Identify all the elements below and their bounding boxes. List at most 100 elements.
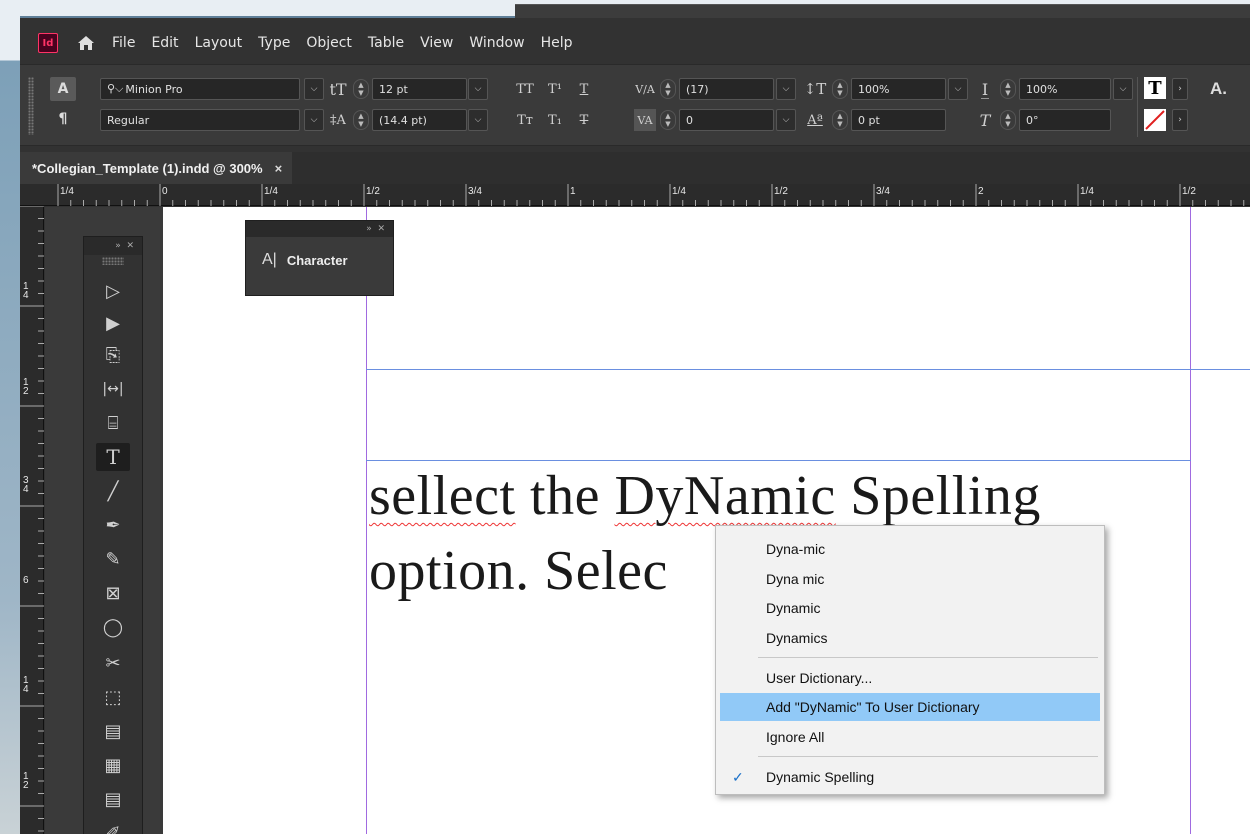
vertical-scale-dropdown[interactable]: ⌵ — [948, 78, 968, 100]
kerning-dropdown[interactable]: ⌵ — [776, 78, 796, 100]
all-caps-icon[interactable]: TT — [510, 78, 540, 100]
document-tab[interactable]: *Collegian_Template (1).indd @ 300% × — [20, 152, 293, 184]
skew-stepper[interactable]: ▲ ▼ — [1000, 110, 1016, 130]
underline-icon[interactable]: T — [572, 78, 596, 100]
content-collector-tool-icon[interactable]: ⌸ — [96, 409, 130, 437]
horizontal-scale-stepper[interactable]: ▲ ▼ — [1000, 79, 1016, 99]
menu-window[interactable]: Window — [461, 35, 532, 51]
font-size-stepper[interactable]: ▲ ▼ — [353, 79, 369, 99]
font-size-field[interactable]: 12 pt — [372, 78, 467, 100]
small-caps-icon[interactable]: Tт — [510, 109, 540, 131]
baseline-shift-stepper[interactable]: ▲ ▼ — [832, 110, 848, 130]
gradient-feather-tool-icon[interactable]: ▦ — [96, 751, 130, 779]
character-panel-tab[interactable]: A| Character — [246, 237, 393, 283]
misspelled-word[interactable]: sellect — [369, 465, 516, 527]
suggestion-item[interactable]: Dynamics — [720, 624, 1100, 652]
direct-selection-tool-icon[interactable]: ▶ — [96, 309, 130, 337]
menu-type[interactable]: Type — [250, 35, 298, 51]
font-size-dropdown[interactable]: ⌵ — [468, 78, 488, 100]
gradient-swatch-tool-icon[interactable]: ▤ — [96, 717, 130, 745]
strikethrough-icon[interactable]: T — [572, 109, 596, 131]
pen-tool-icon[interactable]: ✒ — [96, 511, 130, 539]
horizontal-ruler[interactable]: 1/4 0 1/4 1/2 3/4 1 1/4 1/2 3/4 2 1/4 1/… — [20, 184, 1250, 206]
kerning-stepper[interactable]: ▲ ▼ — [660, 79, 676, 99]
page-tool-icon[interactable]: ⎘ — [96, 341, 130, 369]
user-dictionary-item[interactable]: User Dictionary... — [720, 664, 1100, 692]
leading-field[interactable]: (14.4 pt) — [372, 109, 467, 131]
panel-grip[interactable] — [102, 257, 124, 265]
menu-layout[interactable]: Layout — [187, 35, 251, 51]
selection-tool-icon[interactable]: ▷ — [96, 277, 130, 305]
font-family-dropdown[interactable]: ⌵ — [304, 78, 324, 100]
menu-edit[interactable]: Edit — [143, 35, 186, 51]
line-tool-icon[interactable]: ╱ — [96, 477, 130, 505]
add-to-user-dictionary-item[interactable]: Add "DyNamic" To User Dictionary — [720, 693, 1100, 721]
ellipse-tool-icon[interactable]: ◯ — [96, 613, 130, 641]
baseline-shift-value: 0 pt — [858, 113, 880, 127]
superscript-icon[interactable]: T¹ — [542, 78, 568, 100]
misspelled-word-selected[interactable]: DyNamic — [614, 465, 835, 527]
collapse-icon[interactable]: » — [115, 241, 121, 251]
text-frame-edge — [366, 460, 1191, 461]
baseline-shift-field[interactable]: 0 pt — [851, 109, 946, 131]
menu-object[interactable]: Object — [298, 35, 360, 51]
suggestion-item[interactable]: Dyna mic — [720, 565, 1100, 593]
panel-header[interactable]: » ✕ — [246, 221, 393, 237]
rectangle-frame-tool-icon[interactable]: ⊠ — [96, 579, 130, 607]
font-family-field[interactable]: ⚲⌵ Minion Pro — [100, 78, 300, 100]
horizontal-scale-dropdown[interactable]: ⌵ — [1113, 78, 1133, 100]
close-icon[interactable]: × — [275, 161, 283, 176]
skew-field[interactable]: 0° — [1019, 109, 1111, 131]
ruler-ticks — [57, 184, 1245, 206]
type-tool-icon[interactable]: T — [96, 443, 130, 471]
horizontal-scale-field[interactable]: 100% — [1019, 78, 1111, 100]
font-size-value: 12 pt — [379, 82, 408, 96]
pencil-tool-icon[interactable]: ✎ — [96, 545, 130, 573]
panel-grip[interactable] — [28, 77, 34, 135]
kerning-field[interactable]: (17) — [679, 78, 774, 100]
suggestion-item[interactable]: Dyna-mic — [720, 535, 1100, 563]
ignore-all-item[interactable]: Ignore All — [720, 723, 1100, 751]
vertical-scale-stepper[interactable]: ▲ ▼ — [832, 79, 848, 99]
vertical-scale-field[interactable]: 100% — [851, 78, 946, 100]
menu-file[interactable]: File — [104, 35, 143, 51]
text-fill-swatch-icon[interactable]: T — [1144, 77, 1166, 99]
home-icon[interactable] — [76, 34, 96, 52]
font-style-dropdown[interactable]: ⌵ — [304, 109, 324, 131]
vertical-ruler[interactable]: 1 4 1 2 3 4 6 1 4 1 2 — [20, 206, 44, 834]
close-icon[interactable]: ✕ — [377, 224, 385, 234]
indesign-app-icon[interactable]: Id — [38, 33, 58, 53]
leading-dropdown[interactable]: ⌵ — [468, 109, 488, 131]
scissors-tool-icon[interactable]: ✂ — [96, 649, 130, 677]
leading-stepper[interactable]: ▲ ▼ — [353, 110, 369, 130]
character-style-label[interactable]: A. — [1210, 79, 1227, 99]
note-tool-icon[interactable]: ▤ — [96, 785, 130, 813]
suggestion-item[interactable]: Dynamic — [720, 594, 1100, 622]
tracking-icon: VA — [634, 109, 656, 131]
free-transform-tool-icon[interactable]: ⬚ — [96, 683, 130, 711]
menu-table[interactable]: Table — [360, 35, 412, 51]
gap-tool-icon[interactable]: |↔| — [96, 375, 130, 403]
tracking-dropdown[interactable]: ⌵ — [776, 109, 796, 131]
tracking-field[interactable]: 0 — [679, 109, 774, 131]
character-mode-button[interactable]: A — [50, 77, 76, 101]
tracking-stepper[interactable]: ▲ ▼ — [660, 110, 676, 130]
margin-guide — [366, 207, 367, 834]
dynamic-spelling-item[interactable]: ✓ Dynamic Spelling — [720, 763, 1100, 791]
character-panel-label: Character — [286, 252, 348, 268]
panel-header[interactable]: » ✕ — [84, 237, 142, 255]
fill-menu-arrow[interactable]: › — [1172, 78, 1188, 100]
stroke-menu-arrow[interactable]: › — [1172, 109, 1188, 131]
eyedropper-tool-icon[interactable]: ✐ — [96, 819, 130, 834]
kerning-icon: V/A — [635, 82, 655, 96]
desktop-edge — [0, 0, 20, 834]
subscript-icon[interactable]: T₁ — [542, 109, 568, 131]
menu-view[interactable]: View — [412, 35, 461, 51]
menu-help[interactable]: Help — [533, 35, 581, 51]
paragraph-mode-button[interactable]: ¶ — [50, 107, 76, 131]
collapse-icon[interactable]: » — [366, 224, 372, 234]
font-style-field[interactable]: Regular — [100, 109, 300, 131]
close-icon[interactable]: ✕ — [126, 241, 134, 251]
text-stroke-none-icon[interactable] — [1144, 109, 1166, 131]
text-line-1[interactable]: sellect the DyNamic Spelling — [369, 464, 1041, 528]
